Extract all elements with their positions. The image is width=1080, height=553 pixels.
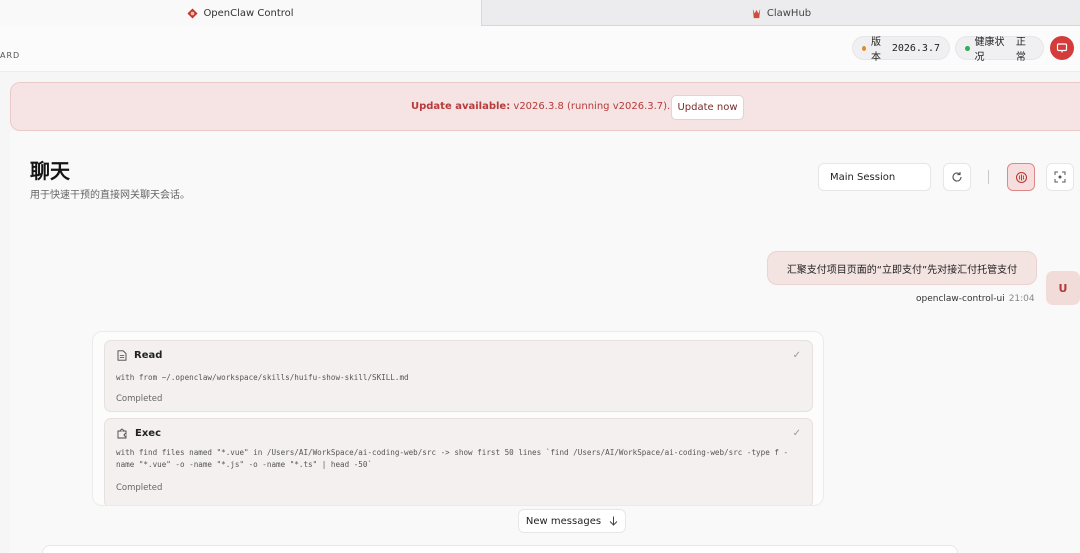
session-select[interactable]: Main Session xyxy=(818,163,931,191)
tool-name: Exec xyxy=(135,428,161,439)
file-icon xyxy=(117,350,127,361)
tab-label: ClawHub xyxy=(766,7,812,19)
message-sender: openclaw-control-ui xyxy=(916,294,1005,304)
openclaw-logo-icon xyxy=(187,7,198,19)
update-version-text: v2026.3.8 (running v2026.3.7). xyxy=(513,101,671,112)
user-message-bubble: 汇聚支付项目页面的“立即支付”先对接汇付托管支付 xyxy=(767,251,1037,285)
focus-mode-button[interactable] xyxy=(1046,163,1074,191)
update-prefix: Update available: xyxy=(411,101,511,112)
health-label: 健康状况 xyxy=(974,37,1005,63)
tool-header: Read xyxy=(117,350,162,361)
tab-openclaw-control[interactable]: OpenClaw Control xyxy=(0,0,482,26)
version-status-dot xyxy=(862,45,866,51)
tool-detail: with from ~/.openclaw/workspace/skills/h… xyxy=(116,373,409,382)
page-subtitle: 用于快速干预的直接网关聊天会话。 xyxy=(30,190,190,201)
arrow-down-icon xyxy=(609,516,618,526)
puzzle-icon xyxy=(117,428,127,439)
check-icon: ✓ xyxy=(792,428,801,439)
new-messages-label: New messages xyxy=(525,515,602,527)
tool-card-read[interactable]: Read ✓ with from ~/.openclaw/workspace/s… xyxy=(104,340,813,412)
user-avatar: U xyxy=(1046,271,1080,305)
tool-name: Read xyxy=(134,350,163,361)
tool-status: Completed xyxy=(116,483,163,493)
new-messages-button[interactable]: New messages xyxy=(518,509,626,533)
thinking-toggle-icon xyxy=(1015,171,1027,183)
thinking-toggle-button[interactable] xyxy=(1007,163,1035,191)
check-icon: ✓ xyxy=(792,350,801,361)
update-now-button[interactable]: Update now xyxy=(671,95,744,120)
tab-label: OpenClaw Control xyxy=(203,7,294,19)
toolbar-divider xyxy=(988,170,989,184)
version-value: 2026.3.7 xyxy=(891,42,940,54)
tool-status: Completed xyxy=(116,394,163,404)
focus-mode-icon xyxy=(1054,171,1066,183)
message-composer[interactable] xyxy=(42,545,958,553)
health-badge: 健康状况 正常 xyxy=(955,36,1044,63)
brand-text: ARD xyxy=(0,51,21,60)
update-message: Update available: v2026.3.8 (running v20… xyxy=(411,101,670,112)
refresh-button[interactable] xyxy=(943,163,971,191)
user-message-meta: openclaw-control-ui 21:04 xyxy=(916,294,1035,304)
assistant-message-group: Read ✓ with from ~/.openclaw/workspace/s… xyxy=(92,331,824,506)
browser-tab-bar: OpenClaw Control ClawHub xyxy=(0,0,1080,26)
version-badge: 版本 2026.3.7 xyxy=(852,36,950,63)
message-time: 21:04 xyxy=(1008,294,1035,304)
tool-header: Exec xyxy=(117,428,161,439)
tool-detail: with find files named "*.vue" in /Users/… xyxy=(116,448,789,469)
account-button[interactable] xyxy=(1050,36,1074,60)
health-value: 正常 xyxy=(1015,37,1026,63)
app-header: ARD 版本 2026.3.7 健康状况 正常 xyxy=(0,26,1080,72)
monitor-icon xyxy=(1056,43,1068,53)
tab-clawhub[interactable]: ClawHub xyxy=(482,0,1080,26)
health-status-dot xyxy=(965,45,970,51)
update-banner: Update available: v2026.3.8 (running v20… xyxy=(10,82,1080,131)
page-title: 聊天 xyxy=(30,159,70,183)
version-label: 版本 xyxy=(870,37,881,63)
tool-card-exec[interactable]: Exec ✓ with find files named "*.vue" in … xyxy=(104,418,813,505)
refresh-icon xyxy=(952,172,962,182)
clawhub-logo-icon xyxy=(752,8,761,18)
